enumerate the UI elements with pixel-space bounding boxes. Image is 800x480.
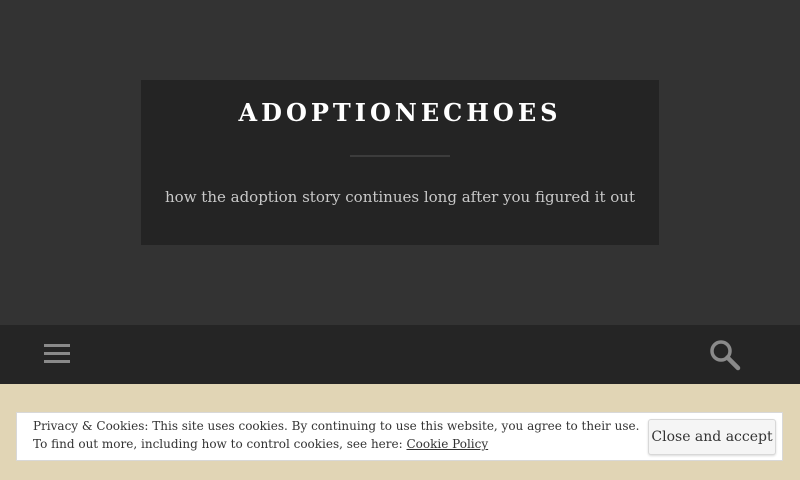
site-title[interactable]: ADOPTIONECHOES: [0, 98, 800, 127]
navigation-bar: [0, 325, 800, 384]
title-divider: [350, 155, 450, 157]
hamburger-menu-icon[interactable]: [44, 342, 70, 366]
close-and-accept-button[interactable]: Close and accept: [648, 419, 776, 455]
site-tagline: how the adoption story continues long af…: [165, 188, 635, 206]
cookie-banner: Privacy & Cookies: This site uses cookie…: [0, 384, 800, 480]
cookie-notice: Privacy & Cookies: This site uses cookie…: [16, 412, 783, 461]
cookie-policy-link[interactable]: Cookie Policy: [406, 437, 488, 451]
cookie-notice-more-text: To find out more, including how to contr…: [33, 437, 407, 451]
cookie-notice-text: Privacy & Cookies: This site uses cookie…: [33, 419, 640, 433]
cookie-notice-more: To find out more, including how to contr…: [33, 437, 488, 451]
site-header: ADOPTIONECHOES how the adoption story co…: [0, 0, 800, 325]
search-icon[interactable]: [706, 338, 746, 372]
